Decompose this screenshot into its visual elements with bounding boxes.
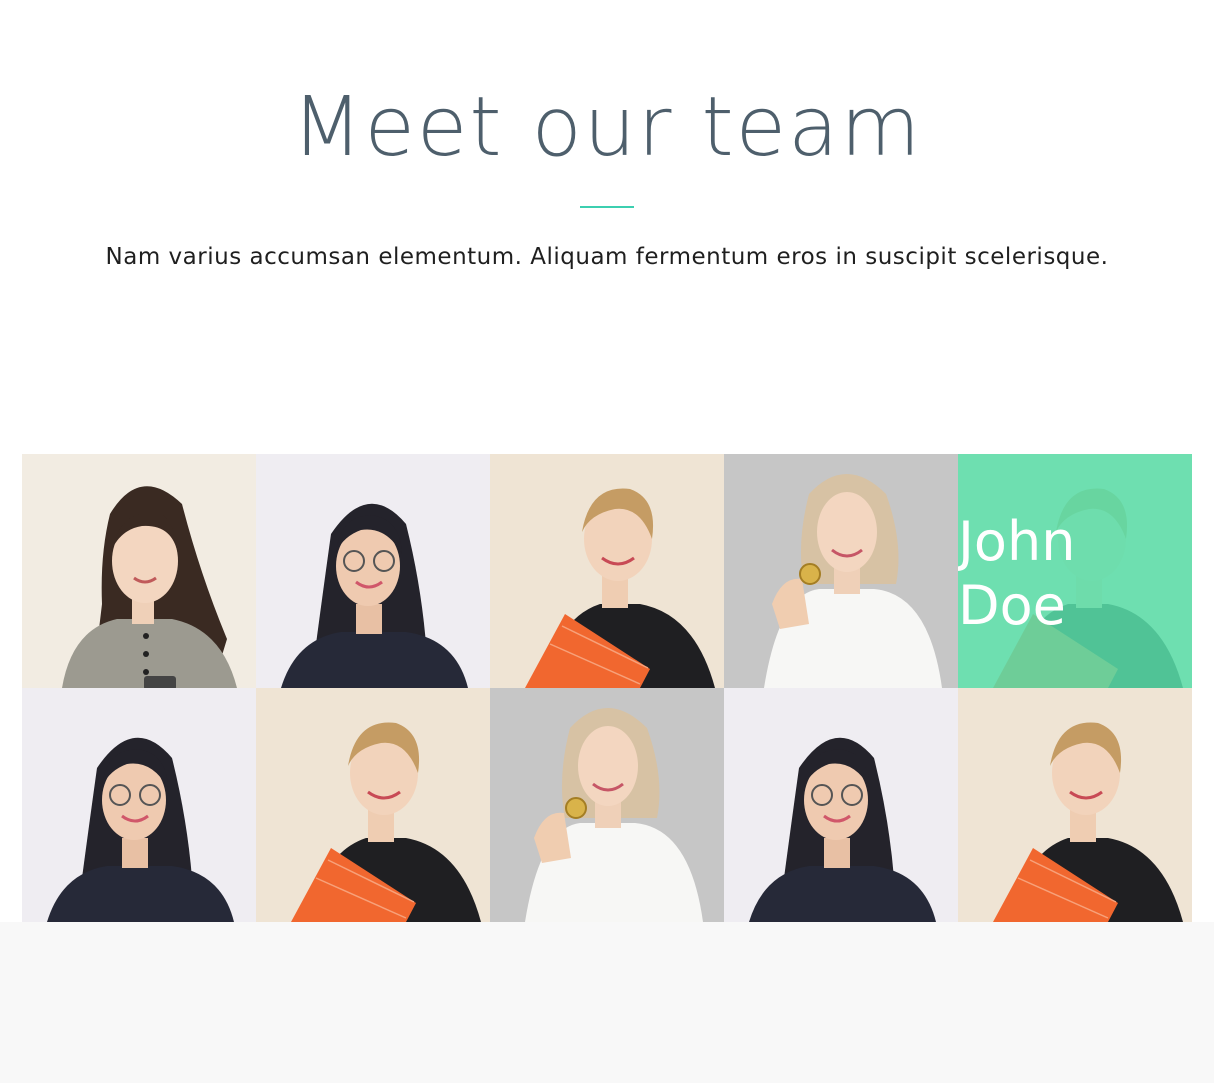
team-member-photo: [490, 688, 724, 922]
team-member-tile[interactable]: [724, 454, 958, 688]
member-name: John Doe: [958, 510, 1076, 637]
team-member-tile[interactable]: [22, 688, 256, 922]
team-member-tile[interactable]: [958, 688, 1192, 922]
team-member-tile-active[interactable]: John Doe: [958, 454, 1192, 688]
team-member-tile[interactable]: [22, 454, 256, 688]
team-member-photo: [724, 454, 958, 688]
title-divider: [580, 206, 634, 208]
team-member-tile[interactable]: [490, 688, 724, 922]
team-member-photo: [490, 454, 724, 688]
footer-area: [0, 922, 1214, 1083]
team-grid: John Doe: [22, 454, 1192, 922]
team-member-tile[interactable]: [256, 688, 490, 922]
section-title: Meet our team: [291, 80, 923, 175]
team-member-photo: [22, 454, 256, 688]
section-subtitle: Nam varius accumsan elementum. Aliquam f…: [105, 244, 1109, 270]
team-page: Meet our team Nam varius accumsan elemen…: [0, 0, 1214, 1083]
team-member-photo: [256, 454, 490, 688]
team-member-photo: [958, 688, 1192, 922]
team-member-tile[interactable]: [724, 688, 958, 922]
team-member-photo: [22, 688, 256, 922]
team-member-photo: [256, 688, 490, 922]
team-member-tile[interactable]: [256, 454, 490, 688]
team-member-tile[interactable]: [490, 454, 724, 688]
team-member-photo: [724, 688, 958, 922]
